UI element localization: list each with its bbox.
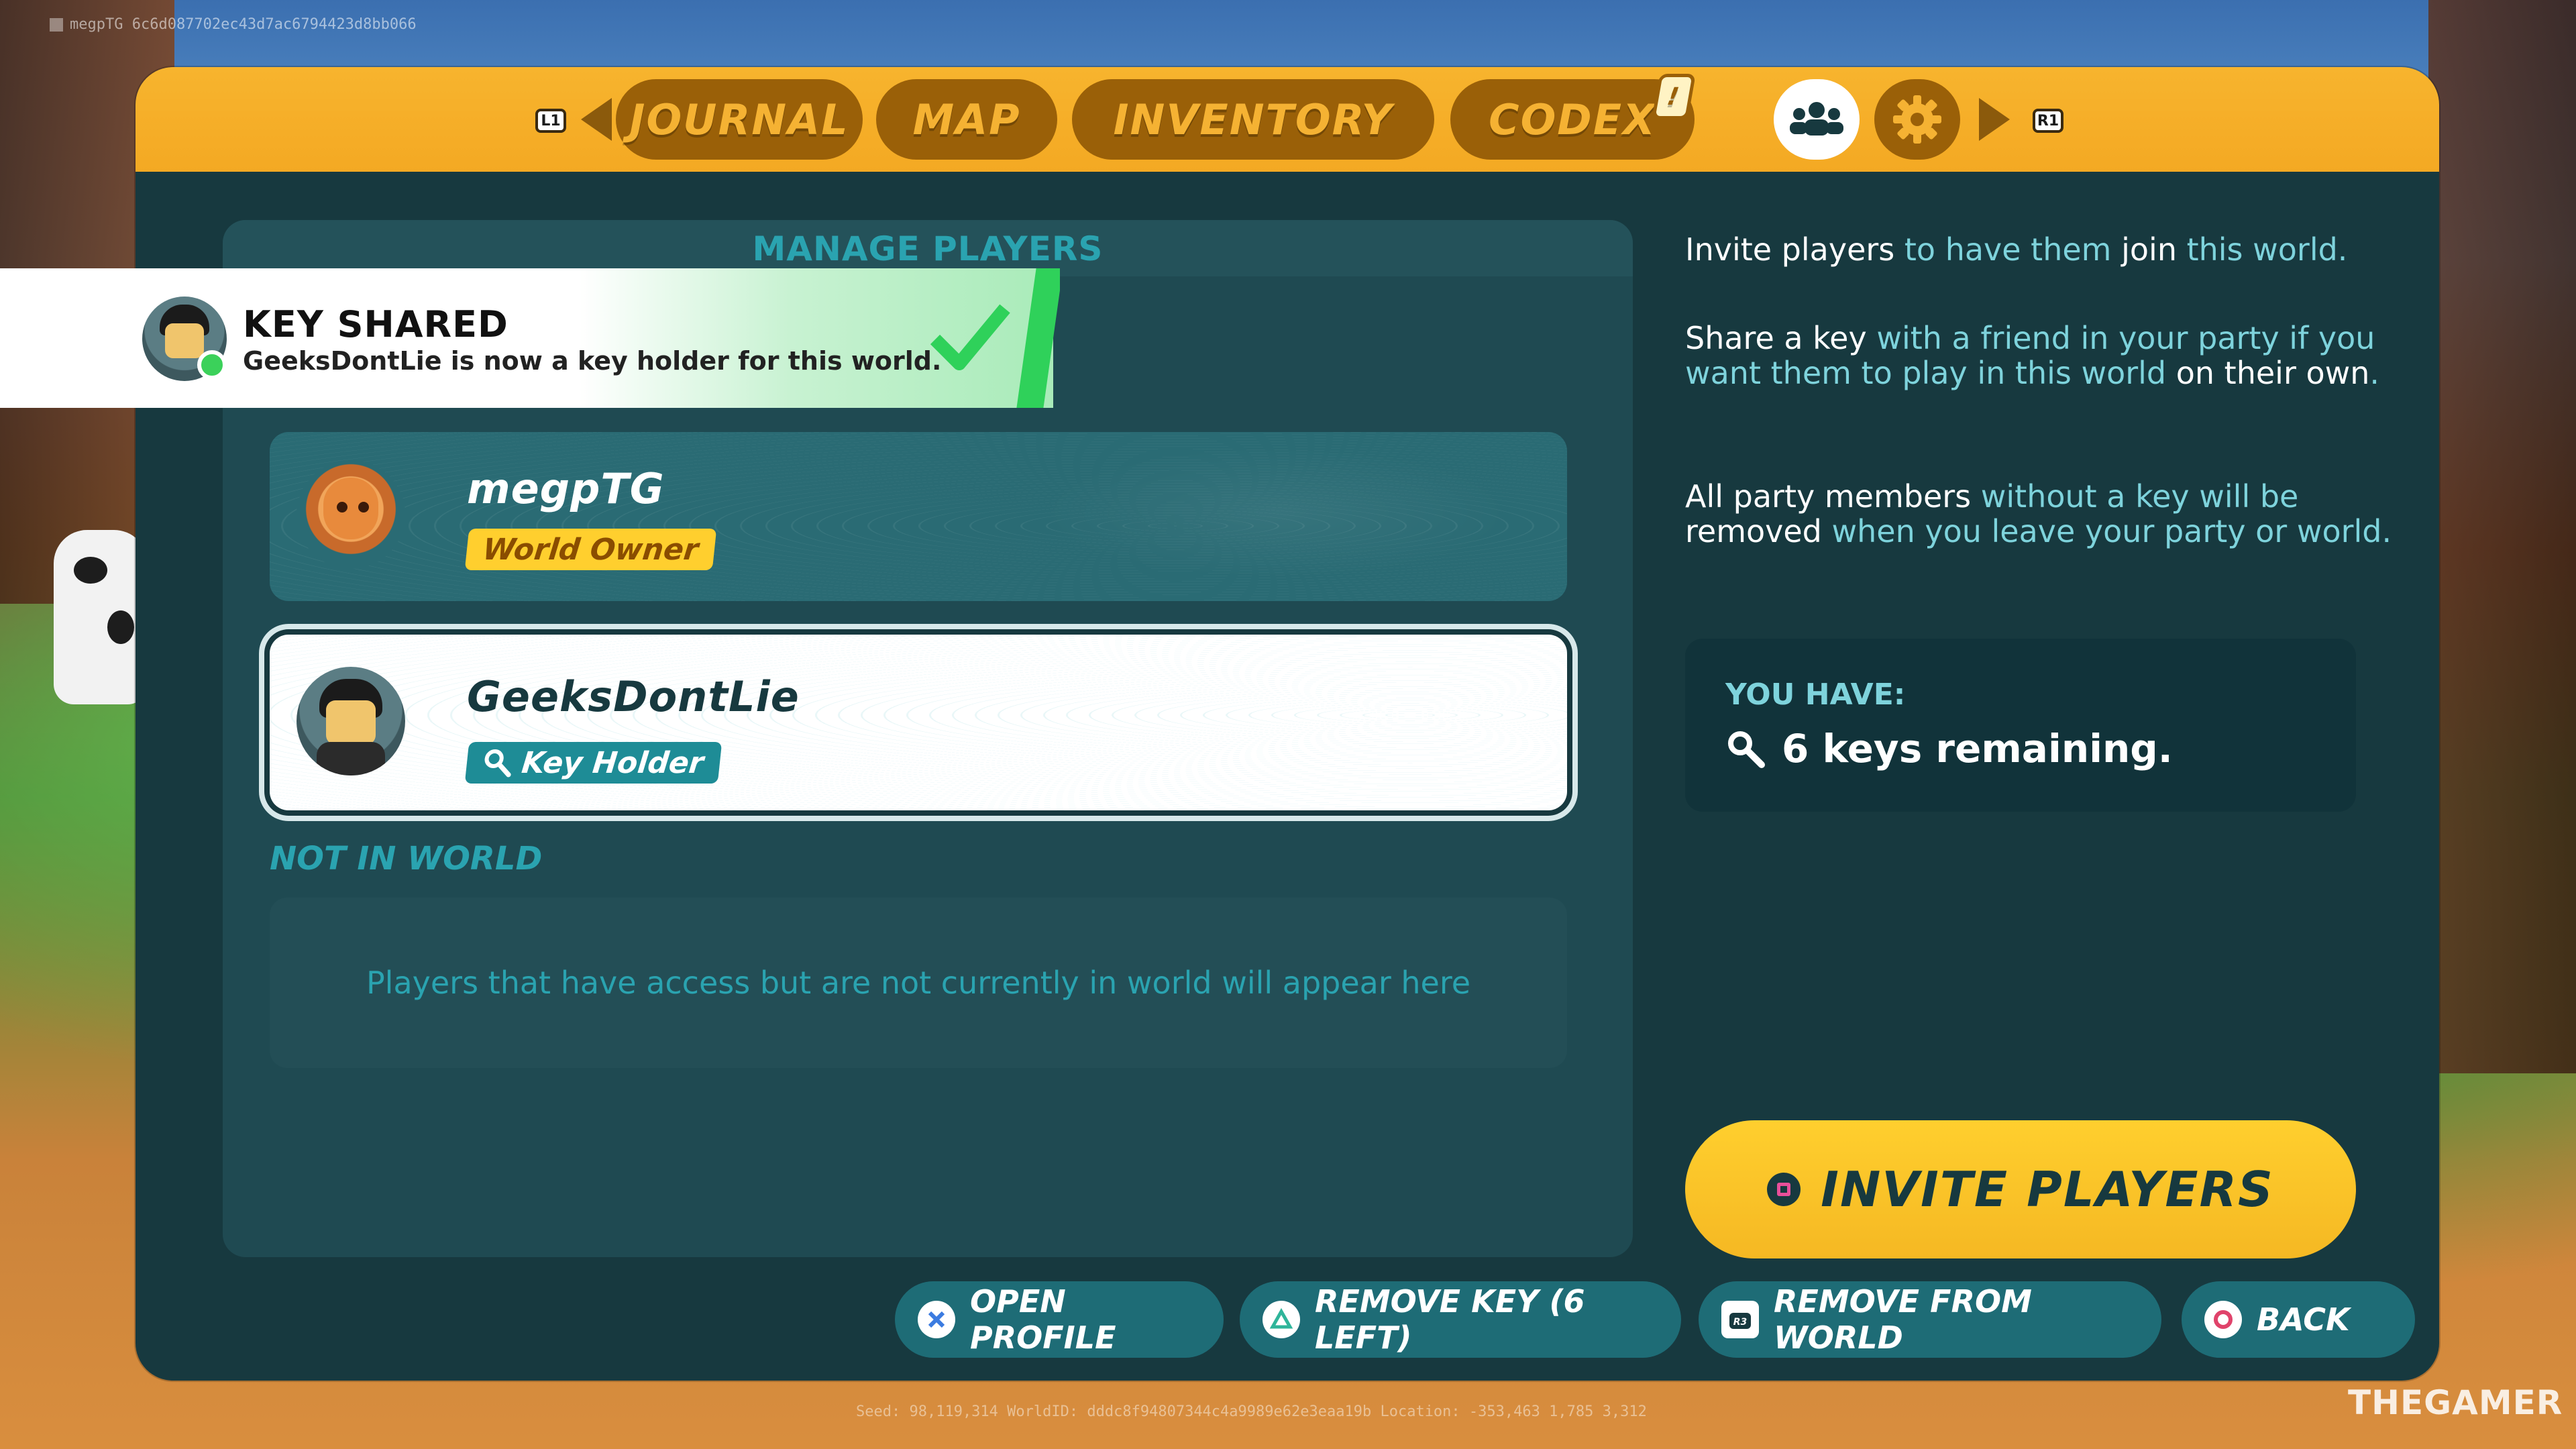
debug-top-label: megpTG 6c6d087702ec43d7ac6794423d8bb066	[50, 16, 417, 33]
remove-from-world-label: REMOVE FROM WORLD	[1774, 1283, 2032, 1356]
manage-players-title: MANAGE PLAYERS	[752, 229, 1104, 268]
not-in-world-empty-state: Players that have access but are not cur…	[270, 898, 1567, 1068]
minifig-avatar	[297, 667, 405, 775]
invite-players-label: INVITE PLAYERS	[1821, 1161, 2274, 1218]
back-label: BACK	[2257, 1301, 2350, 1338]
tab-codex[interactable]: CODEX !	[1450, 74, 1696, 160]
debug-bottom-label: Seed: 98,119,314 WorldID: dddc8f94807344…	[856, 1403, 1647, 1420]
debug-chip-icon	[50, 18, 63, 32]
prev-tab-arrow-icon[interactable]	[581, 98, 612, 141]
codex-new-badge: !	[1652, 74, 1696, 119]
square-button-icon	[1767, 1173, 1801, 1206]
role-label: Key Holder	[520, 745, 706, 780]
cross-button-icon	[918, 1301, 955, 1338]
topo-pattern	[270, 635, 1567, 810]
world-owner-badge: World Owner	[464, 529, 717, 570]
tab-settings[interactable]	[1874, 79, 1960, 160]
player-name: GeeksDontLie	[467, 672, 800, 721]
background-cow	[54, 530, 148, 704]
player-card-key-holder[interactable]: GeeksDontLie Key Holder	[270, 635, 1567, 810]
l1-shoulder-button[interactable]: L1	[535, 109, 566, 133]
empty-state-text: Players that have access but are not cur…	[366, 965, 1471, 1001]
next-tab-arrow-icon[interactable]	[1979, 98, 2010, 141]
fox-avatar	[297, 460, 405, 569]
key-holder-badge: Key Holder	[464, 742, 722, 784]
players-icon	[1790, 102, 1843, 136]
menu-panel: L1 JOURNAL MAP INVENTORY CODEX ! R1 MANA…	[136, 67, 2439, 1381]
key-icon	[1728, 731, 1765, 768]
remove-from-world-button[interactable]: R3 REMOVE FROM WORLD	[1699, 1281, 2161, 1358]
online-status-dot	[197, 350, 227, 380]
toast-title: KEY SHARED	[243, 303, 508, 345]
info-party-members: All party members without a key will be …	[1685, 478, 2392, 549]
r3-button-icon: R3	[1721, 1301, 1759, 1338]
keys-label: YOU HAVE:	[1725, 678, 1906, 712]
circle-button-icon	[2204, 1301, 2242, 1338]
tab-players[interactable]	[1774, 79, 1860, 160]
triangle-button-icon	[1263, 1301, 1300, 1338]
watermark-logo: THEGAMER	[2348, 1383, 2563, 1422]
back-button[interactable]: BACK	[2182, 1281, 2415, 1358]
info-invite: Invite players to have them join this wo…	[1685, 231, 2348, 268]
tab-inventory[interactable]: INVENTORY	[1072, 79, 1434, 160]
open-profile-button[interactable]: OPEN PROFILE	[895, 1281, 1224, 1358]
top-nav-bar: L1 JOURNAL MAP INVENTORY CODEX ! R1	[136, 67, 2439, 172]
svg-text:R3: R3	[1733, 1317, 1748, 1328]
tab-journal[interactable]: JOURNAL	[616, 79, 863, 160]
checkmark-icon	[930, 304, 1010, 370]
open-profile-label: OPEN PROFILE	[970, 1283, 1116, 1356]
player-card-owner[interactable]: megpTG World Owner	[270, 432, 1567, 601]
r1-shoulder-button[interactable]: R1	[2033, 109, 2063, 133]
gear-icon	[1893, 95, 1941, 144]
keys-value: 6 keys remaining.	[1725, 726, 2173, 771]
player-name: megpTG	[467, 464, 665, 513]
invite-players-button[interactable]: INVITE PLAYERS	[1685, 1120, 2356, 1258]
remove-key-button[interactable]: REMOVE KEY (6 LEFT)	[1240, 1281, 1681, 1358]
remove-key-label: REMOVE KEY (6 LEFT)	[1315, 1283, 1585, 1356]
tab-map[interactable]: MAP	[876, 79, 1057, 160]
keys-remaining-box: YOU HAVE: 6 keys remaining.	[1685, 639, 2356, 812]
key-shared-toast: KEY SHARED GeeksDontLie is now a key hol…	[0, 268, 1060, 408]
topo-pattern	[270, 432, 1567, 601]
key-icon	[482, 748, 515, 777]
background-tree-right	[2428, 0, 2576, 1073]
toast-message: GeeksDontLie is now a key holder for thi…	[243, 346, 942, 376]
role-label: World Owner	[481, 532, 700, 567]
tab-codex-label: CODEX	[1489, 95, 1656, 144]
info-share-key: Share a key with a friend in your party …	[1685, 320, 2380, 391]
not-in-world-label: NOT IN WORLD	[270, 840, 543, 877]
